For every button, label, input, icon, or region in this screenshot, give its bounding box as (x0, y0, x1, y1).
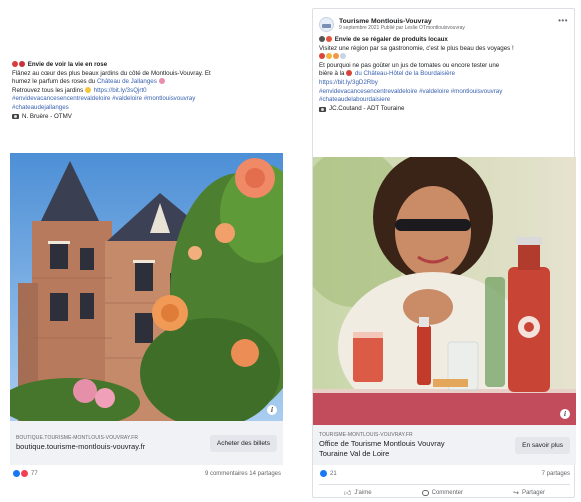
right-post-line: Visitez une région par sa gastronomie, c… (319, 44, 514, 52)
post-header: Tourisme Montlouis-Vouvray 9 septembre 2… (319, 15, 568, 33)
jardins-link[interactable]: https://bit.ly/3sQjrt0 (94, 87, 147, 94)
share-button[interactable]: ↪ Partager (513, 488, 545, 497)
page-avatar[interactable] (319, 16, 334, 32)
left-hashtag-chateau[interactable]: #chateaudejallanges (12, 104, 281, 113)
buy-tickets-button[interactable]: Acheter des billets (209, 434, 277, 452)
like-reaction-icon[interactable] (319, 469, 328, 478)
reaction-count[interactable]: 77 (31, 471, 38, 477)
right-post-line: bière à la (319, 70, 347, 78)
info-icon[interactable]: i (560, 409, 570, 419)
right-post-title: Envie de se régaler de produits locaux (334, 36, 448, 43)
post-actions: 👍︎ J'aime Commenter ↪ Partager (319, 484, 570, 497)
left-post-line: humez le parfum des roses du (12, 78, 97, 86)
post-subline: 9 septembre 2021 Publié par Leslie OTmon… (339, 24, 465, 31)
link-title[interactable]: boutique.tourisme-montlouis-vouvray.fr (16, 442, 156, 451)
glass-emoji-icon (340, 53, 346, 60)
share-icon: ↪ (513, 489, 519, 497)
page-name[interactable]: Tourisme Montlouis-Vouvray (339, 18, 465, 25)
more-options-icon[interactable]: ••• (558, 16, 568, 25)
right-post-line: Et pourquoi ne pas goûter un jus de toma… (319, 61, 500, 69)
pointing-hand-emoji-icon (84, 86, 91, 93)
left-post-text: Envie de voir la vie en rose Flânez au c… (10, 61, 283, 121)
tomato-emoji-icon (346, 70, 353, 77)
chateau-jallanges-link[interactable]: Château de Jallanges (97, 78, 157, 85)
tomato-juice-photo[interactable]: i (313, 157, 576, 425)
love-reaction-icon[interactable] (20, 469, 29, 478)
link-domain: TOURISME-MONTLOUIS-VOUVRAY.FR (319, 432, 413, 438)
info-icon[interactable]: i (267, 405, 277, 415)
food-emoji-icon (333, 53, 339, 60)
like-label: J'aime (354, 489, 372, 496)
camera-emoji-icon (319, 36, 325, 42)
link-title-line1[interactable]: Office de Tourisme Montlouis Vouvray (319, 439, 445, 448)
left-photo-credit: N. Bruère - OTMV (22, 112, 72, 120)
reaction-count[interactable]: 21 (330, 471, 337, 477)
comment-label: Commenter (431, 489, 463, 496)
chateau-image (10, 153, 283, 421)
left-post-line: Flânez au cœur des plus beaux jardins du… (12, 69, 211, 77)
woman-drinks-image (313, 157, 576, 425)
link-domain: BOUTIQUE.TOURISME-MONTLOUIS-VOUVRAY.FR (16, 435, 139, 441)
link-title-line2[interactable]: Touraine Val de Loire (319, 449, 445, 458)
right-post: Tourisme Montlouis-Vouvray 9 septembre 2… (312, 8, 576, 498)
right-photo-credit: JC.Coutand - ADT Touraine (329, 104, 405, 112)
chateau-garden-photo[interactable]: i (10, 153, 283, 421)
left-hashtags[interactable]: #envidevacancesencentrevaldeloire #valde… (12, 95, 281, 104)
learn-more-button[interactable]: En savoir plus (515, 436, 570, 454)
rose-emoji-icon (19, 61, 25, 67)
shares-count[interactable]: 7 partages (542, 471, 570, 477)
right-post-stats: 21 7 partages (313, 469, 576, 478)
comment-icon (421, 489, 429, 496)
camera-icon (12, 114, 19, 120)
left-post-line: Retrouvez tous les jardins (12, 86, 85, 94)
left-post-title: Envie de voir la vie en rose (27, 61, 108, 68)
share-label: Partager (521, 489, 545, 496)
tomato-emoji-icon (326, 36, 332, 42)
beer-emoji-icon (326, 53, 332, 60)
right-hashtags[interactable]: #envidevacancesencentrevaldeloire #valde… (319, 88, 570, 97)
like-button[interactable]: 👍︎ J'aime (344, 488, 372, 498)
camera-icon (319, 106, 326, 112)
right-hashtag-chateau[interactable]: #chateaudelabourdaisiere (319, 96, 570, 105)
short-link[interactable]: https://bit.ly/3gD2Rby (319, 79, 570, 88)
flower-emoji-icon (158, 78, 165, 85)
comment-button[interactable]: Commenter (421, 488, 463, 497)
tomato-emoji-icon (319, 53, 325, 60)
left-post: Envie de voir la vie en rose Flânez au c… (10, 61, 283, 481)
thumbs-up-icon: 👍︎ (344, 490, 352, 497)
rose-emoji-icon (12, 61, 18, 67)
left-link-preview[interactable]: BOUTIQUE.TOURISME-MONTLOUIS-VOUVRAY.FR b… (10, 421, 283, 465)
left-post-stats: 77 9 commentaires 14 partages (10, 469, 283, 478)
right-post-text: Envie de se régaler de produits locaux V… (317, 36, 572, 113)
right-link-preview[interactable]: TOURISME-MONTLOUIS-VOUVRAY.FR Office de … (313, 425, 576, 465)
chateau-bourdaisiere-link[interactable]: du Château-Hôtel de la Bourdaisière (355, 70, 455, 77)
comments-shares-count[interactable]: 9 commentaires 14 partages (205, 471, 281, 477)
